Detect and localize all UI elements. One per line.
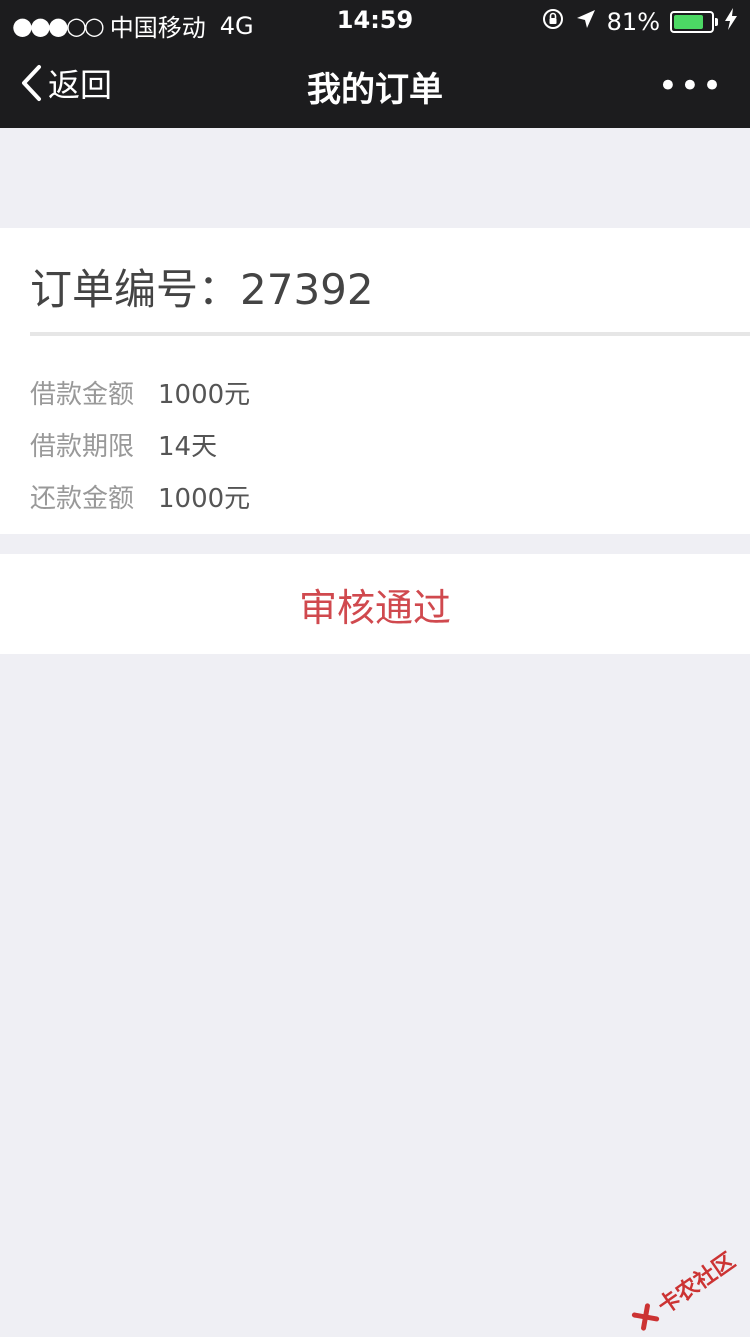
order-card: 订单编号：27392 借款金额 1000元 借款期限 14天 还款金额 1000… <box>0 228 750 534</box>
detail-row-loan-term: 借款期限 14天 <box>30 418 250 470</box>
detail-label: 借款金额 <box>30 379 135 410</box>
navigation-bar: 返回 我的订单 ••• <box>0 40 750 128</box>
detail-value: 14天 <box>158 431 218 462</box>
location-arrow-icon <box>575 8 597 36</box>
charging-bolt-icon <box>724 7 738 37</box>
orientation-lock-icon <box>541 7 565 37</box>
page-title: 我的订单 <box>307 70 443 110</box>
battery-tip <box>715 18 718 26</box>
battery-level-fill <box>674 15 704 29</box>
detail-row-repayment-amount: 还款金额 1000元 <box>30 470 250 522</box>
detail-label: 借款期限 <box>30 431 135 462</box>
divider <box>30 332 750 336</box>
status-right: 81% <box>541 7 738 37</box>
watermark-text: 卡农社区 <box>653 1248 741 1320</box>
order-status-text: 审核通过 <box>298 585 451 630</box>
detail-label: 还款金额 <box>30 483 135 514</box>
detail-value: 1000元 <box>158 483 251 514</box>
watermark-logo-icon <box>630 1302 661 1333</box>
battery-percent: 81% <box>606 8 660 36</box>
order-status-banner[interactable]: 审核通过 <box>0 554 750 654</box>
detail-value: 1000元 <box>158 379 251 410</box>
status-bar: ●●●○○ 中国移动 4G 14:59 81% <box>0 0 750 42</box>
detail-row-loan-amount: 借款金额 1000元 <box>30 366 250 418</box>
order-number-value: 27392 <box>240 265 374 314</box>
watermark: 卡农社区 <box>627 1244 740 1337</box>
more-options-icon[interactable]: ••• <box>658 66 724 106</box>
order-detail-list: 借款金额 1000元 借款期限 14天 还款金额 1000元 <box>30 366 250 522</box>
order-number-heading: 订单编号：27392 <box>30 256 374 317</box>
battery-icon <box>670 11 718 33</box>
order-number-label: 订单编号： <box>30 265 241 314</box>
